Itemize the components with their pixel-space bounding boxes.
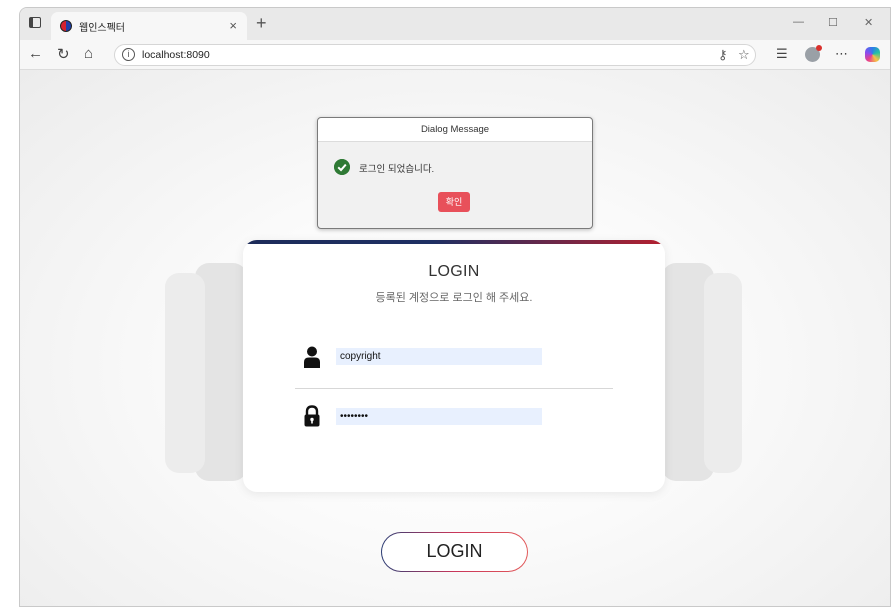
home-icon[interactable]: ⌂: [84, 45, 93, 62]
dialog-title: Dialog Message: [420, 124, 490, 135]
key-icon[interactable]: ⚷: [718, 47, 728, 63]
page-content: LOGIN 등록된 계정으로 로그인 해 주세요. LOGIN Dialog M…: [20, 70, 890, 606]
dialog-message: Dialog Message 로그인 되었습니다. 확인: [317, 117, 593, 229]
login-title: LOGIN: [428, 263, 480, 280]
favorite-star-icon[interactable]: ☆: [738, 47, 750, 63]
login-button[interactable]: LOGIN: [381, 532, 528, 572]
card-accent-bar: [243, 240, 665, 244]
address-bar[interactable]: i localhost:8090 ⚷ ☆: [114, 44, 756, 66]
field-divider: [295, 388, 613, 389]
tab-actions-icon[interactable]: [29, 17, 41, 28]
login-card: LOGIN 등록된 계정으로 로그인 해 주세요.: [243, 240, 665, 492]
tab-strip: 웹인스펙터 × + — ☐ ✕: [20, 8, 890, 40]
browser-tab[interactable]: 웹인스펙터 ×: [51, 12, 247, 40]
minimize-icon[interactable]: —: [793, 16, 804, 28]
profile-icon[interactable]: [805, 45, 822, 62]
user-icon: [304, 346, 320, 368]
url-text[interactable]: localhost:8090: [142, 49, 210, 61]
close-window-icon[interactable]: ✕: [864, 16, 873, 29]
username-input[interactable]: [336, 348, 542, 365]
back-icon[interactable]: ←: [28, 45, 43, 62]
favicon-icon: [60, 20, 72, 32]
lock-icon: [304, 405, 320, 427]
left-outer-panel: [165, 273, 205, 473]
maximize-icon[interactable]: ☐: [828, 16, 838, 29]
dialog-header: Dialog Message: [318, 118, 592, 142]
copilot-icon[interactable]: [865, 47, 880, 62]
dialog-message-text: 로그인 되었습니다.: [359, 164, 435, 175]
browser-window: 웹인스펙터 × + — ☐ ✕ ← ↻ ⌂ i localhost:8090 ⚷…: [19, 7, 891, 607]
tab-close-icon[interactable]: ×: [229, 18, 237, 33]
tab-title: 웹인스펙터: [79, 23, 125, 34]
more-icon[interactable]: ⋯: [835, 46, 848, 62]
info-icon[interactable]: i: [122, 48, 135, 61]
new-tab-icon[interactable]: +: [256, 13, 267, 34]
password-input[interactable]: [336, 408, 542, 425]
right-outer-panel: [704, 273, 742, 473]
browser-toolbar: ← ↻ ⌂ i localhost:8090 ⚷ ☆ ☰ ⋯: [20, 40, 890, 70]
confirm-button[interactable]: 확인: [438, 192, 470, 212]
check-icon: [334, 159, 350, 175]
refresh-icon[interactable]: ↻: [57, 45, 70, 63]
login-subtitle: 등록된 계정으로 로그인 해 주세요.: [375, 292, 533, 304]
favorites-list-icon[interactable]: ☰: [776, 46, 788, 62]
